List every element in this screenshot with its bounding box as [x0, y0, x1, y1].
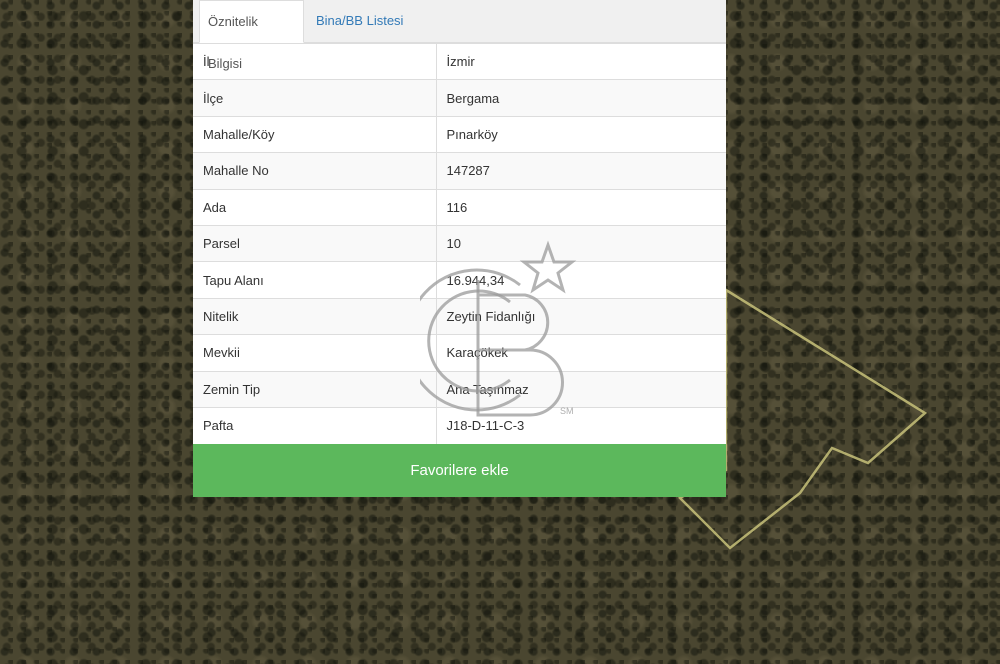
attribute-value: 147287	[436, 152, 726, 190]
tab-bar: Öznitelik Bilgisi Bina/BB Listesi	[193, 0, 726, 71]
table-row: İlçe Bergama	[193, 79, 726, 117]
tab-attribute-info[interactable]: Öznitelik Bilgisi	[199, 0, 304, 71]
table-row: Mahalle/Köy Pınarköy	[193, 115, 726, 153]
attribute-key: İlçe	[193, 79, 437, 117]
attribute-key: Parsel	[193, 224, 437, 262]
table-row: Tapu Alanı 16.944,34	[193, 261, 726, 299]
table-row: Nitelik Zeytin Fidanlığı	[193, 297, 726, 335]
attribute-value: Pınarköy	[436, 115, 726, 153]
table-row: Mahalle No 147287	[193, 152, 726, 190]
attribute-key: Mahalle/Köy	[193, 115, 437, 153]
attribute-key: Mahalle No	[193, 152, 437, 190]
attribute-table: İl İzmir İlçe Bergama Mahalle/Köy Pınark…	[193, 42, 726, 444]
table-row: Ada 116	[193, 188, 726, 226]
attribute-value: Bergama	[436, 79, 726, 117]
attribute-value: 16.944,34	[436, 261, 726, 299]
add-to-favorites-button[interactable]: Favorilere ekle	[193, 443, 726, 497]
table-row: Parsel 10	[193, 224, 726, 262]
parcel-info-panel: Öznitelik Bilgisi Bina/BB Listesi İl İzm…	[193, 0, 726, 497]
attribute-value: Ana Taşınmaz	[436, 370, 726, 408]
table-row: Pafta J18-D-11-C-3	[193, 406, 726, 444]
attribute-key: Ada	[193, 188, 437, 226]
attribute-value: Karaçökek	[436, 334, 726, 372]
attribute-value: 116	[436, 188, 726, 226]
attribute-key: Mevkii	[193, 334, 437, 372]
table-row: Mevkii Karaçökek	[193, 334, 726, 372]
attribute-value: J18-D-11-C-3	[436, 406, 726, 444]
attribute-value: 10	[436, 224, 726, 262]
tab-building-list[interactable]: Bina/BB Listesi	[308, 0, 411, 42]
attribute-key: Tapu Alanı	[193, 261, 437, 299]
table-row: Zemin Tip Ana Taşınmaz	[193, 370, 726, 408]
attribute-key: Pafta	[193, 406, 437, 444]
table-row: İl İzmir	[193, 42, 726, 80]
attribute-key: Nitelik	[193, 297, 437, 335]
attribute-value: İzmir	[436, 42, 726, 80]
attribute-key: Zemin Tip	[193, 370, 437, 408]
attribute-value: Zeytin Fidanlığı	[436, 297, 726, 335]
